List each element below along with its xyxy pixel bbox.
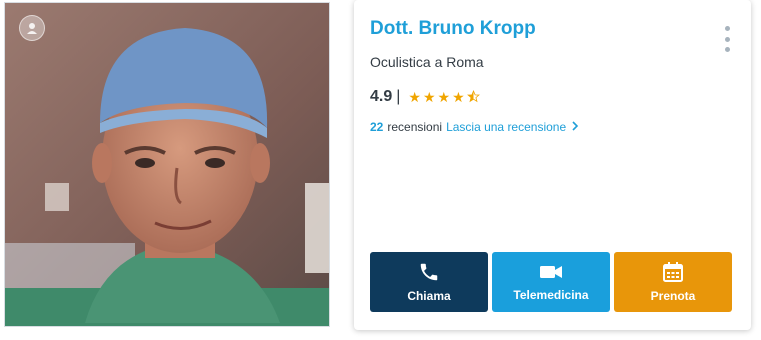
star-icon: ★ (408, 88, 421, 105)
book-button[interactable]: Prenota (614, 252, 732, 312)
doctor-name[interactable]: Dott. Bruno Kropp (370, 18, 536, 40)
star-icon: ★ (452, 88, 465, 105)
doctor-portrait-image (5, 3, 329, 326)
chevron-right-icon[interactable] (572, 120, 579, 134)
calendar-icon (663, 262, 683, 282)
telemedicine-button-label: Telemedicina (513, 288, 589, 302)
leave-review-link[interactable]: Lascia una recensione (446, 120, 566, 134)
rating-value: 4.9 (370, 88, 393, 105)
video-camera-icon (540, 266, 562, 278)
rating-stars: ★ ★ ★ ★ (408, 88, 480, 105)
phone-icon (420, 263, 438, 281)
doctor-card: Dott. Bruno Kropp Oculistica a Roma 4.9 … (354, 0, 751, 330)
kebab-menu-icon[interactable] (723, 26, 731, 52)
doctor-badge-icon (19, 15, 45, 41)
reviews-row: 22 recensioni Lascia una recensione (370, 120, 579, 134)
star-icon: ★ (437, 88, 451, 105)
book-button-label: Prenota (650, 289, 696, 303)
telemedicine-button[interactable]: Telemedicina (492, 252, 610, 312)
rating-separator: | (396, 88, 401, 105)
half-star-icon (466, 89, 480, 105)
reviews-label: recensioni (387, 120, 443, 134)
doctor-specialty: Oculistica a Roma (370, 54, 484, 70)
call-button-label: Chiama (407, 289, 451, 303)
reviews-count[interactable]: 22 (370, 120, 383, 134)
star-icon: ★ (422, 88, 436, 105)
doctor-photo[interactable] (4, 2, 330, 327)
rating-row: 4.9 | ★ ★ ★ ★ (370, 88, 480, 106)
call-button[interactable]: Chiama (370, 252, 488, 312)
